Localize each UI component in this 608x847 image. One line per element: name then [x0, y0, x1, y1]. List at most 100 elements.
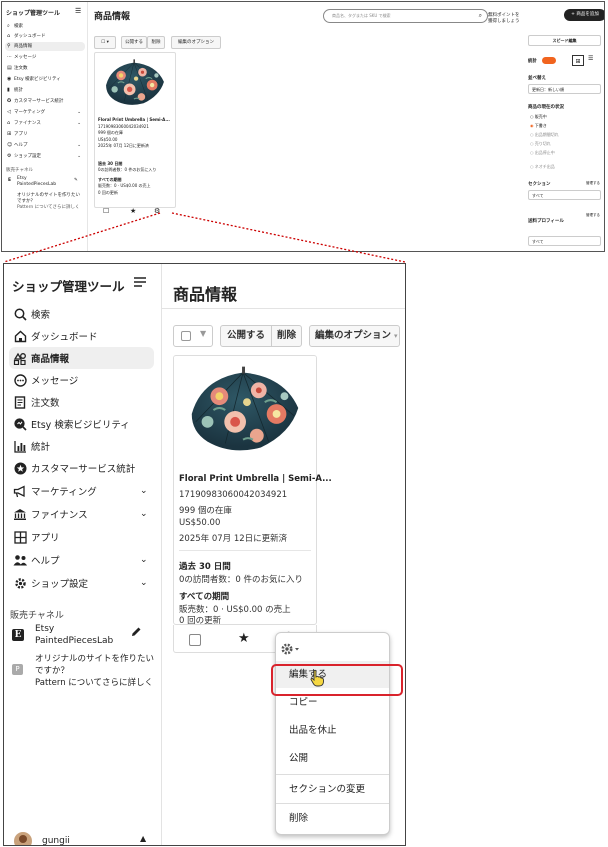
overview-status-other[interactable]: ○ ネオチ出品: [530, 164, 555, 170]
overview-sidebar-title: ショップ管理ツール: [6, 10, 61, 17]
overview-nav-stats[interactable]: ▮ 統計: [5, 86, 85, 95]
visibility-icon: [9, 417, 31, 431]
listing-title[interactable]: Floral Print Umbrella | Semi-A...: [179, 474, 332, 484]
overview-nav-listings[interactable]: ⚲ 商品情報: [5, 42, 85, 51]
delete-button[interactable]: 削除: [271, 325, 302, 347]
overview-stats-label: 統計: [528, 59, 537, 64]
overview-shipping-manage[interactable]: 管理する: [586, 213, 600, 218]
overview-list-view-icon[interactable]: ☰: [588, 55, 593, 62]
overview-edit-options-button[interactable]: 編集のオプション: [171, 36, 221, 49]
etsy-logo-icon: E: [12, 629, 24, 641]
card-divider: [179, 550, 311, 551]
overview-status-expired[interactable]: ○ 出品期間切れ: [530, 132, 559, 138]
chevron-down-icon[interactable]: ⌄: [140, 486, 154, 496]
overview-sort-select[interactable]: 更新日：新しい順: [528, 84, 601, 94]
overview-add-listing-button[interactable]: + 商品を追加: [564, 9, 604, 21]
sidebar-item-label: 商品情報: [31, 354, 70, 365]
etsy-shop-name[interactable]: PaintedPiecesLab: [35, 636, 113, 646]
sidebar-item-search-visibility[interactable]: Etsy 検索ビジビリティ: [9, 413, 154, 435]
sidebar-item-apps[interactable]: アプリ: [9, 526, 154, 548]
chevron-down-icon[interactable]: ⌄: [140, 555, 154, 565]
caret-down-icon[interactable]: ▼: [200, 329, 206, 338]
overview-nav-messages[interactable]: ⋯ メッセージ: [5, 53, 85, 62]
sidebar-item-label: ダッシュボード: [31, 332, 98, 343]
sidebar-item-dashboard[interactable]: ダッシュボード: [9, 325, 154, 347]
overview-select-all[interactable]: ☐ ▾: [94, 36, 116, 49]
chevron-down-icon[interactable]: ⌄: [140, 509, 154, 519]
overview-nav-orders[interactable]: ▤ 注文数: [5, 64, 85, 73]
overview-shipping-select[interactable]: すべて: [528, 236, 601, 246]
overview-publish-button[interactable]: 公開する: [121, 36, 147, 49]
overview-nav-settings[interactable]: ⚙ ショップ設定 ⌄: [5, 152, 85, 161]
overview-grid-view-icon[interactable]: ⊞: [572, 55, 584, 66]
star-icon[interactable]: ★: [238, 631, 250, 646]
overview-status-active[interactable]: ○ 販売中: [530, 114, 547, 120]
overview-section-manage[interactable]: 管理する: [586, 181, 600, 186]
overview-section-select[interactable]: すべて: [528, 190, 601, 200]
overview-stats-toggle[interactable]: [542, 57, 556, 64]
menu-item-change-section[interactable]: セクションの変更: [276, 776, 389, 803]
select-all-dropdown[interactable]: ▼: [173, 325, 213, 347]
overview-nav-apps[interactable]: ⊞ アプリ: [5, 130, 85, 139]
avatar: [14, 832, 32, 845]
sidebar-item-customer-service[interactable]: カスタマーサービス統計: [9, 457, 154, 479]
sidebar-item-search[interactable]: 検索: [9, 303, 154, 325]
gear-menu-trigger-icon[interactable]: [280, 642, 304, 656]
sidebar: ショップ管理ツール 検索 ダッシュボード 商品情報 メッセージ 注文数 Etsy…: [4, 264, 162, 845]
overview-search-input[interactable]: 商品名、タグまたは SKU で検索 ⌕: [323, 9, 488, 23]
overview-card-title[interactable]: Floral Print Umbrella | Semi-A...: [98, 117, 170, 122]
sidebar-item-messages[interactable]: メッセージ: [9, 369, 154, 391]
header-divider: [162, 308, 405, 309]
overview-search-icon[interactable]: ⌕: [479, 10, 482, 22]
publish-button[interactable]: 公開する: [220, 325, 272, 347]
overview-nav-help[interactable]: ☺ ヘルプ ⌄: [5, 141, 85, 150]
overview-status-draft[interactable]: ◉ 下書き: [530, 123, 547, 129]
overview-listing-card[interactable]: Floral Print Umbrella | Semi-A... 171909…: [94, 52, 176, 208]
caret-up-icon[interactable]: ▲: [140, 834, 146, 843]
sidebar-item-stats[interactable]: 統計: [9, 435, 154, 457]
pencil-icon[interactable]: [131, 626, 142, 637]
chevron-down-icon[interactable]: ⌄: [140, 578, 154, 588]
sidebar-item-listings[interactable]: 商品情報: [9, 347, 154, 369]
menu-icon[interactable]: [133, 276, 147, 288]
overview-promo-link[interactable]: 無料ポイントを獲得しましょう: [488, 12, 520, 24]
menu-item-delete[interactable]: 削除: [276, 805, 389, 832]
message-icon: [9, 373, 31, 387]
umbrella-image[interactable]: [174, 356, 316, 468]
listing-card[interactable]: Floral Print Umbrella | Semi-A... 171909…: [173, 355, 332, 626]
overview-gear-icon[interactable]: ⚙: [154, 207, 160, 215]
overview-status-inactive[interactable]: ○ 出品停止中: [530, 150, 555, 156]
menu-divider: [276, 803, 389, 804]
menu-item-publish[interactable]: 公開: [276, 745, 389, 772]
sidebar-item-finance[interactable]: ファイナンス ⌄: [9, 503, 154, 525]
overview-quick-edit-button[interactable]: スピード編集: [528, 35, 601, 46]
overview-pencil-icon[interactable]: ✎: [74, 178, 78, 183]
listing-checkbox[interactable]: [189, 634, 201, 646]
caret-down-icon: ▾: [394, 332, 398, 340]
menu-item-deactivate[interactable]: 出品を休止: [276, 717, 389, 744]
overview-nav-cs-stats[interactable]: ✪ カスタマーサービス統計: [5, 97, 85, 106]
overview-main: 商品情報 商品名、タグまたは SKU で検索 ⌕ 無料ポイントを獲得しましょう +…: [88, 2, 604, 251]
overview-pattern-link[interactable]: Pattern についてさらに詳しく: [17, 204, 79, 210]
overview-status-soldout[interactable]: ○ 売り切れ: [530, 141, 551, 147]
overview-menu-icon[interactable]: ☰: [75, 7, 81, 15]
sidebar-item-shop-settings[interactable]: ショップ設定 ⌄: [9, 572, 154, 594]
overview-nav-dashboard[interactable]: ⌂ ダッシュボード: [5, 32, 85, 41]
stats-icon: [9, 440, 31, 453]
overview-nav-search[interactable]: ⌕ 検索: [5, 22, 85, 31]
user-account[interactable]: gungii ▲: [14, 832, 154, 845]
etsy-channel-label[interactable]: Etsy: [35, 624, 54, 634]
select-all-checkbox[interactable]: [181, 331, 191, 341]
pattern-learn-more-link[interactable]: Pattern についてさらに詳しく: [35, 676, 153, 688]
overview-nav-marketing[interactable]: ◁ マーケティング ⌄: [5, 108, 85, 117]
edit-options-button[interactable]: 編集のオプション ▾: [309, 325, 400, 347]
sidebar-item-help[interactable]: ヘルプ ⌄: [9, 549, 154, 571]
overview-delete-button[interactable]: 削除: [147, 36, 165, 49]
overview-card-checkbox[interactable]: ☐: [103, 207, 109, 215]
listing-stock: 999 個の在庫: [179, 506, 232, 516]
overview-star-icon[interactable]: ★: [130, 207, 136, 215]
overview-nav-visibility[interactable]: ◉ Etsy 検索ビジビリティ: [5, 75, 85, 84]
overview-nav-finance[interactable]: ⌂ ファイナンス ⌄: [5, 119, 85, 128]
sidebar-item-marketing[interactable]: マーケティング ⌄: [9, 480, 154, 502]
sidebar-item-orders[interactable]: 注文数: [9, 391, 154, 413]
